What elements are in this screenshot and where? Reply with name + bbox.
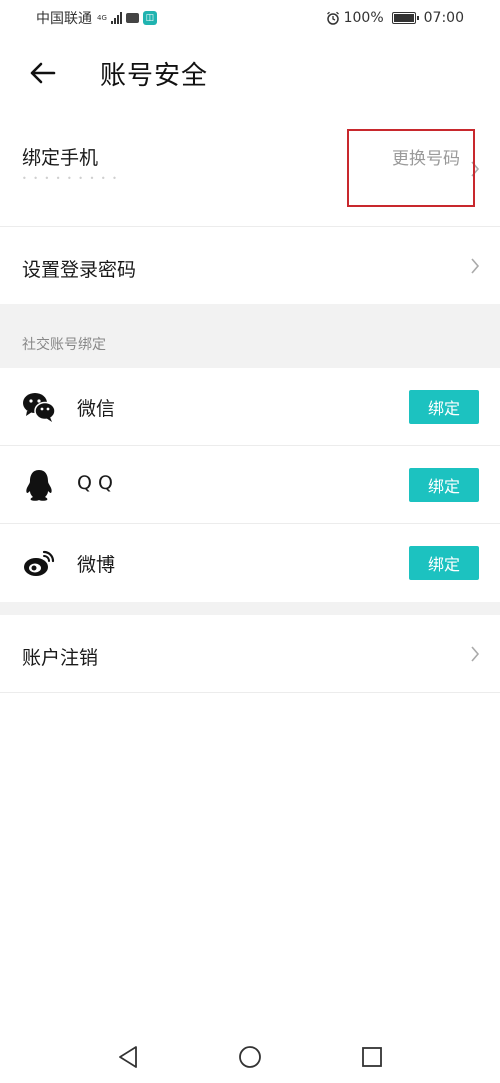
system-nav-bar (0, 1030, 500, 1083)
status-left: 中国联通 4G ◫ (36, 8, 157, 28)
bind-phone-label: 绑定手机 (22, 147, 99, 169)
carrier-name: 中国联通 (36, 11, 92, 27)
social-row-wechat: 微信 绑定 (0, 368, 500, 446)
back-button[interactable] (12, 43, 72, 103)
account-cancel-label: 账户注销 (22, 647, 99, 669)
battery-percent: 100% (343, 10, 384, 26)
social-label: Q Q (77, 472, 113, 494)
header: 账号安全 (0, 36, 500, 110)
chevron-right-icon (471, 646, 480, 662)
nav-recents-button[interactable] (354, 1039, 390, 1075)
app-notification-icon: ◫ (142, 11, 157, 25)
clock: 07:00 (423, 10, 464, 26)
page-title: 账号安全 (100, 60, 209, 91)
wechat-icon (23, 393, 56, 422)
bind-qq-button[interactable]: 绑定 (409, 468, 479, 502)
status-bar: 中国联通 4G ◫ 100% 07:00 (0, 0, 500, 36)
status-right: 100% 07:00 (326, 10, 464, 26)
network-type: 4G (97, 14, 107, 22)
social-section-header: 社交账号绑定 (0, 304, 500, 368)
circle-home-icon (239, 1045, 261, 1068)
social-label: 微信 (77, 398, 116, 420)
masked-phone-number: • • • • • • • • • (22, 174, 119, 183)
bind-wechat-button[interactable]: 绑定 (409, 390, 479, 424)
square-recents-icon (362, 1046, 382, 1067)
account-cancel-row[interactable]: 账户注销 (0, 615, 500, 693)
bind-weibo-button[interactable]: 绑定 (409, 546, 479, 580)
triangle-back-icon (119, 1045, 137, 1068)
set-password-label: 设置登录密码 (22, 259, 137, 281)
arrow-left-icon (30, 62, 56, 84)
highlight-box (347, 129, 475, 207)
qq-icon (26, 470, 52, 501)
battery-icon (391, 12, 419, 24)
section-separator (0, 602, 500, 615)
social-label: 微博 (77, 554, 116, 576)
section-title: 社交账号绑定 (22, 337, 106, 353)
social-row-qq: Q Q 绑定 (0, 446, 500, 524)
weibo-icon (24, 550, 55, 576)
chevron-right-icon (471, 258, 480, 274)
set-password-row[interactable]: 设置登录密码 (0, 227, 500, 304)
alarm-icon (326, 11, 339, 25)
briefcase-icon (125, 13, 139, 23)
nav-back-button[interactable] (110, 1039, 146, 1075)
nav-home-button[interactable] (232, 1039, 268, 1075)
signal-icon (110, 12, 122, 24)
social-row-weibo: 微博 绑定 (0, 524, 500, 602)
